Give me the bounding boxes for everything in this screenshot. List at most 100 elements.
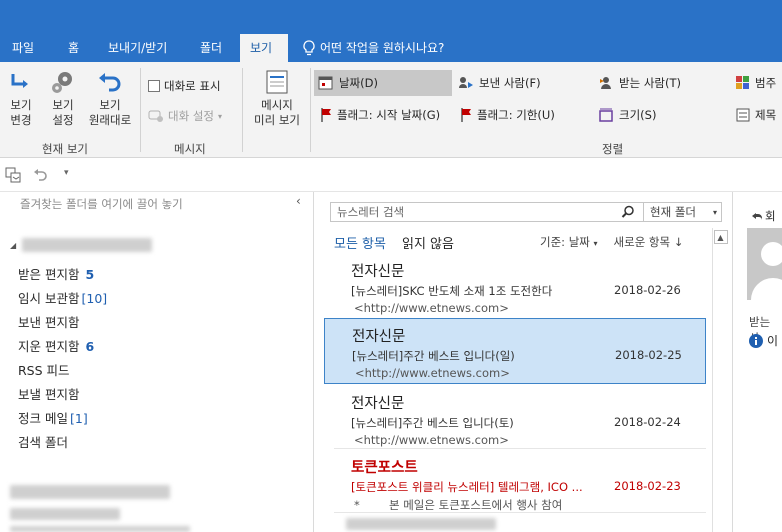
folder-inbox[interactable]: 받은 편지함 5 xyxy=(18,264,94,283)
chevron-down-icon: ▾ xyxy=(593,239,598,248)
collapse-folder-pane-icon[interactable]: ‹ xyxy=(296,194,301,208)
folder-sent[interactable]: 보낸 편지함 xyxy=(18,312,79,331)
arrange-by-flag-due[interactable]: 플래그: 기한(U) xyxy=(456,102,559,128)
scrollbar[interactable]: ▲ xyxy=(712,228,728,532)
tab-file[interactable]: 파일 xyxy=(2,34,44,62)
arrange-date-label: 날짜(D) xyxy=(339,76,378,90)
send-receive-all-icon[interactable] xyxy=(4,166,22,184)
reset-view-label: 보기 원래대로 xyxy=(88,98,132,127)
folder-rss[interactable]: RSS 피드 xyxy=(18,360,70,379)
tab-send-receive[interactable]: 보내기/받기 xyxy=(98,34,177,62)
conversation-settings-button[interactable]: 대화 설정 ▾ xyxy=(148,108,222,124)
change-view-icon xyxy=(11,74,28,88)
account-redacted xyxy=(10,485,170,499)
message-preview-button[interactable]: 메시지 미리 보기 xyxy=(246,68,308,128)
folder-junk[interactable]: 정크 메일 [1] xyxy=(18,408,88,427)
ribbon: 보기 변경 보기 설정 보기 원래대로 현재 보기 대화로 표시 대화 설정 ▾… xyxy=(0,62,782,158)
folder-deleted[interactable]: 지운 편지함 6 xyxy=(18,336,94,355)
folder-pane: 즐겨찾는 폴더를 여기에 끌어 놓기 ‹ ◢ 받은 편지함 5 임시 보관함 [10… xyxy=(0,192,314,532)
avatar xyxy=(747,228,782,300)
sender-icon xyxy=(459,77,473,88)
arrange-by-flag-start[interactable]: 플래그: 시작 날짜(G) xyxy=(316,102,444,128)
message-item-selected[interactable]: 전자신문 [뉴스레터]주간 베스트 입니다(일) 2018-02-25 <htt… xyxy=(324,318,706,384)
arrange-subject-label: 제목 xyxy=(755,108,777,122)
person-icon xyxy=(751,242,782,300)
arrange-by-subject[interactable]: 제목 xyxy=(732,102,780,128)
message-subject: [토큰포스트 위클리 뉴스레터] 텔레그램, ICO ... xyxy=(351,480,583,494)
message-preview: <http://www.etnews.com> xyxy=(355,366,510,380)
filter-bar: 모든 항목 읽지 않음 xyxy=(334,233,454,252)
checkbox-box xyxy=(148,80,160,92)
message-date: 2018-02-23 xyxy=(614,479,681,493)
tab-home[interactable]: 홈 xyxy=(58,34,89,62)
folder-search[interactable]: 검색 폴더 xyxy=(18,432,68,451)
search-icon[interactable] xyxy=(621,205,635,219)
info-bar: 이 xyxy=(749,332,778,349)
sort-by-dropdown[interactable]: 기준: 날짜 ▾ xyxy=(540,234,598,250)
group-label-current-view: 현재 보기 xyxy=(42,142,88,156)
flag-icon xyxy=(461,108,471,122)
message-date: 2018-02-25 xyxy=(615,348,682,362)
arrange-category-label: 범주 xyxy=(755,76,777,90)
info-label: 이 xyxy=(767,334,779,348)
message-item[interactable]: 전자신문 [뉴스레터]주간 베스트 입니다(토) 2018-02-24 <htt… xyxy=(324,386,706,450)
tab-view[interactable]: 보기 xyxy=(240,34,288,62)
customize-toolbar-icon[interactable]: ▾ xyxy=(64,168,69,178)
ribbon-separator xyxy=(140,68,141,152)
ribbon-separator xyxy=(310,68,311,152)
message-preview-label: 메시지 미리 보기 xyxy=(254,98,300,127)
filter-unread[interactable]: 읽지 않음 xyxy=(402,233,454,252)
arrange-by-category[interactable]: 범주 xyxy=(732,70,780,96)
show-as-conversations-checkbox[interactable]: 대화로 표시 xyxy=(148,78,221,94)
item-count: [10] xyxy=(81,291,108,306)
message-subject: [뉴스레터]주간 베스트 입니다(일) xyxy=(352,349,515,363)
search-scope-dropdown[interactable]: 현재 폴더 ▾ xyxy=(643,203,721,221)
account-redacted xyxy=(10,508,120,520)
message-preview: <http://www.etnews.com> xyxy=(354,301,509,315)
message-sender: 토큰포스트 xyxy=(351,460,418,476)
unread-count: 5 xyxy=(85,267,95,282)
account-header[interactable]: ◢ xyxy=(10,238,153,252)
message-subject: [뉴스레터]SKC 반도체 소재 1조 도전한다 xyxy=(351,284,553,298)
message-preview-icon xyxy=(266,70,288,94)
show-as-conversations-label: 대화로 표시 xyxy=(164,79,221,93)
folder-drafts[interactable]: 임시 보관함 [10] xyxy=(18,288,107,307)
favorites-drop-hint: 즐겨찾는 폴더를 여기에 끌어 놓기 xyxy=(20,197,183,211)
group-label-arrangement: 정렬 xyxy=(602,142,624,156)
reset-view-button[interactable]: 보기 원래대로 xyxy=(84,68,136,128)
folder-outbox[interactable]: 보낼 편지함 xyxy=(18,384,79,403)
arrange-by-to[interactable]: 받는 사람(T) xyxy=(594,70,685,96)
message-sender: 전자신문 xyxy=(352,329,406,345)
message-divider xyxy=(334,448,706,449)
lightbulb-icon xyxy=(303,40,315,56)
tab-folder[interactable]: 폴더 xyxy=(190,34,232,62)
scroll-up-icon[interactable]: ▲ xyxy=(713,230,728,244)
expand-triangle-icon: ◢ xyxy=(10,240,17,250)
message-preview: <http://www.etnews.com> xyxy=(354,433,509,447)
reply-label: 회 xyxy=(765,209,776,223)
search-box[interactable]: 뉴스레터 검색 현재 폴더 ▾ xyxy=(330,202,722,222)
message-list: 뉴스레터 검색 현재 폴더 ▾ 모든 항목 읽지 않음 기준: 날짜 ▾ 새로운… xyxy=(314,192,732,532)
reply-button[interactable]: 회 xyxy=(751,208,776,224)
sort-order-toggle[interactable]: 새로운 항목 ↓ xyxy=(614,234,684,250)
tell-me-box[interactable]: 어떤 작업을 원하시나요? xyxy=(292,34,454,62)
message-item[interactable]: 전자신문 [뉴스레터]SKC 반도체 소재 1조 도전한다 2018-02-26… xyxy=(324,254,706,318)
arrange-from-label: 보낸 사람(F) xyxy=(479,76,541,90)
search-input[interactable]: 뉴스레터 검색 xyxy=(331,204,621,220)
filter-all[interactable]: 모든 항목 xyxy=(334,233,386,252)
change-view-button[interactable]: 보기 변경 xyxy=(2,68,40,128)
folder-name: 보낼 편지함 xyxy=(18,387,80,402)
message-item-unread[interactable]: 토큰포스트 [토큰포스트 위클리 뉴스레터] 텔레그램, ICO ... 201… xyxy=(324,450,706,514)
ribbon-separator xyxy=(242,68,243,152)
arrange-flag-start-label: 플래그: 시작 날짜(G) xyxy=(337,108,441,122)
arrange-by-size[interactable]: 크기(S) xyxy=(594,102,660,128)
folder-name: 검색 폴더 xyxy=(18,435,68,450)
arrange-to-label: 받는 사람(T) xyxy=(619,76,681,90)
view-settings-label: 보기 설정 xyxy=(52,98,74,127)
undo-icon[interactable] xyxy=(32,167,48,183)
conversation-settings-label: 대화 설정 xyxy=(168,109,214,123)
reading-pane: 회 받는 사 이 xyxy=(732,192,782,532)
arrange-by-date[interactable]: 날짜(D) xyxy=(314,70,452,96)
arrange-by-from[interactable]: 보낸 사람(F) xyxy=(454,70,545,96)
view-settings-button[interactable]: 보기 설정 xyxy=(44,68,82,128)
